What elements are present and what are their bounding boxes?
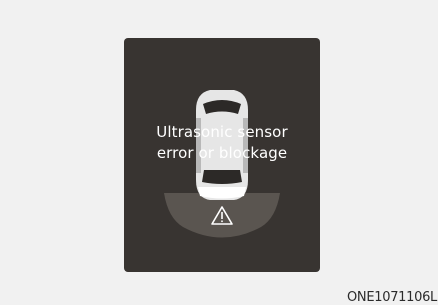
figure-code: ONE1071106L [346, 290, 437, 305]
message-line-2: error or blockage [156, 144, 288, 162]
warning-display-panel: Ultrasonic sensor error or blockage [124, 38, 320, 272]
warning-message: Ultrasonic sensor error or blockage [124, 122, 320, 164]
message-line-1: Ultrasonic sensor [156, 123, 288, 141]
